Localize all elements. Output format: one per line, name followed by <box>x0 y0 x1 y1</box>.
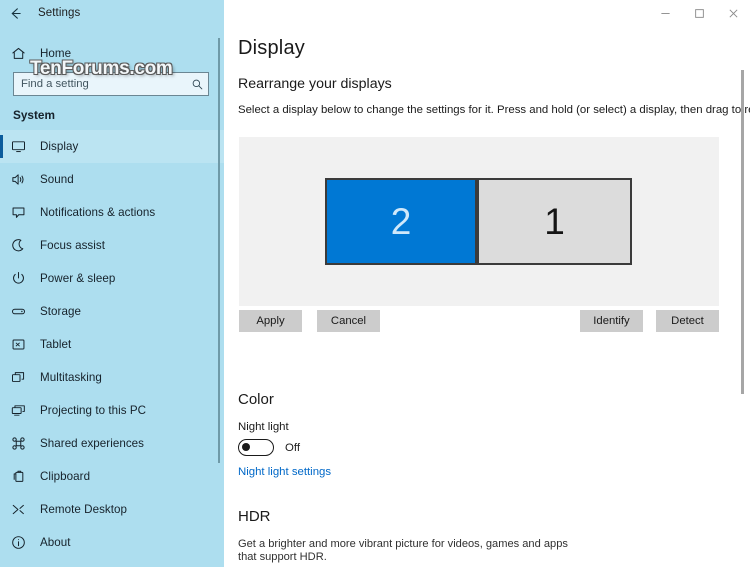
title-bar: Settings <box>0 0 750 26</box>
sidebar-item-label: Clipboard <box>40 470 91 483</box>
sidebar-item-label: About <box>40 536 71 549</box>
sidebar-item-label: Notifications & actions <box>40 206 156 219</box>
storage-icon <box>11 304 34 319</box>
sidebar-item-label: Projecting to this PC <box>40 404 147 417</box>
sidebar-item-label: Power & sleep <box>40 272 116 285</box>
main-scrollbar-thumb[interactable] <box>741 70 744 394</box>
sidebar: Home System Display <box>0 26 224 567</box>
minimize-button[interactable] <box>648 0 682 26</box>
monitor-tile-2[interactable]: 2 <box>325 178 477 265</box>
sidebar-group-label: System <box>13 108 55 122</box>
settings-window: Settings Home Find a setting System Disp… <box>0 0 750 567</box>
sidebar-item-clipboard[interactable]: Clipboard <box>0 460 224 493</box>
sidebar-home-label: Home <box>40 46 72 60</box>
sidebar-item-label: Display <box>40 140 79 153</box>
remote-desktop-icon <box>11 502 34 517</box>
shared-experiences-icon <box>11 436 34 451</box>
search-input[interactable] <box>14 78 186 90</box>
sidebar-item-remote-desktop[interactable]: Remote Desktop <box>0 493 224 526</box>
tablet-icon <box>11 337 34 352</box>
sidebar-item-tablet[interactable]: Tablet <box>0 328 224 361</box>
projecting-icon <box>11 403 34 418</box>
sidebar-nav-list: Display Sound Notifications & actions Fo… <box>0 130 224 559</box>
color-heading: Color <box>238 391 274 408</box>
display-button-row: Apply Cancel Identify Detect <box>239 310 720 332</box>
main-scrollbar-track[interactable] <box>741 26 748 567</box>
rearrange-heading: Rearrange your displays <box>238 76 392 92</box>
night-light-label: Night light <box>238 421 289 433</box>
night-light-toggle[interactable] <box>238 439 274 456</box>
window-title: Settings <box>38 7 81 19</box>
night-light-toggle-group: Off <box>238 439 300 456</box>
sidebar-scrollbar[interactable] <box>218 38 220 463</box>
info-icon <box>11 535 34 550</box>
sidebar-item-label: Focus assist <box>40 239 106 252</box>
sidebar-item-about[interactable]: About <box>0 526 224 559</box>
sidebar-item-projecting[interactable]: Projecting to this PC <box>0 394 224 427</box>
moon-icon <box>11 238 34 253</box>
power-icon <box>11 271 34 286</box>
sidebar-item-label: Multitasking <box>40 371 102 384</box>
monitor-tile-1[interactable]: 1 <box>477 178 632 265</box>
apply-button[interactable]: Apply <box>239 310 302 332</box>
sidebar-item-notifications[interactable]: Notifications & actions <box>0 196 224 229</box>
sidebar-item-label: Tablet <box>40 338 72 351</box>
sidebar-item-label: Storage <box>40 305 81 318</box>
detect-button[interactable]: Detect <box>656 310 719 332</box>
cancel-button[interactable]: Cancel <box>317 310 380 332</box>
multitasking-icon <box>11 370 34 385</box>
home-icon <box>11 46 34 61</box>
close-button[interactable] <box>716 0 750 26</box>
monitor-number: 2 <box>390 200 412 242</box>
sidebar-item-storage[interactable]: Storage <box>0 295 224 328</box>
hdr-heading: HDR <box>238 508 271 525</box>
notification-icon <box>11 205 34 220</box>
sidebar-item-multitasking[interactable]: Multitasking <box>0 361 224 394</box>
identify-button[interactable]: Identify <box>580 310 643 332</box>
monitor-group: 2 1 <box>325 178 632 265</box>
sidebar-item-label: Shared experiences <box>40 437 145 450</box>
sidebar-item-home[interactable]: Home <box>0 36 224 70</box>
rearrange-description: Select a display below to change the set… <box>238 104 750 116</box>
title-bar-left: Settings <box>0 0 224 26</box>
search-icon[interactable] <box>186 78 208 91</box>
toggle-knob <box>242 443 250 451</box>
main-content: Display Rearrange your displays Select a… <box>224 26 750 567</box>
speaker-icon <box>11 172 34 187</box>
clipboard-icon <box>11 469 34 484</box>
sidebar-item-display[interactable]: Display <box>0 130 224 163</box>
maximize-button[interactable] <box>682 0 716 26</box>
monitor-number: 1 <box>544 200 565 242</box>
display-arrangement-canvas[interactable]: 2 1 <box>239 137 719 306</box>
sidebar-item-focus-assist[interactable]: Focus assist <box>0 229 224 262</box>
sidebar-item-sound[interactable]: Sound <box>0 163 224 196</box>
sidebar-item-shared-experiences[interactable]: Shared experiences <box>0 427 224 460</box>
night-light-settings-link[interactable]: Night light settings <box>238 466 331 478</box>
back-arrow-icon[interactable] <box>0 0 30 26</box>
sidebar-item-power-sleep[interactable]: Power & sleep <box>0 262 224 295</box>
monitor-icon <box>11 139 34 154</box>
search-box[interactable] <box>13 72 209 96</box>
sidebar-item-label: Remote Desktop <box>40 503 128 516</box>
night-light-state: Off <box>285 441 300 454</box>
hdr-description: Get a brighter and more vibrant picture … <box>238 538 568 563</box>
window-controls <box>648 0 750 26</box>
page-title: Display <box>238 37 305 59</box>
sidebar-item-label: Sound <box>40 173 74 186</box>
